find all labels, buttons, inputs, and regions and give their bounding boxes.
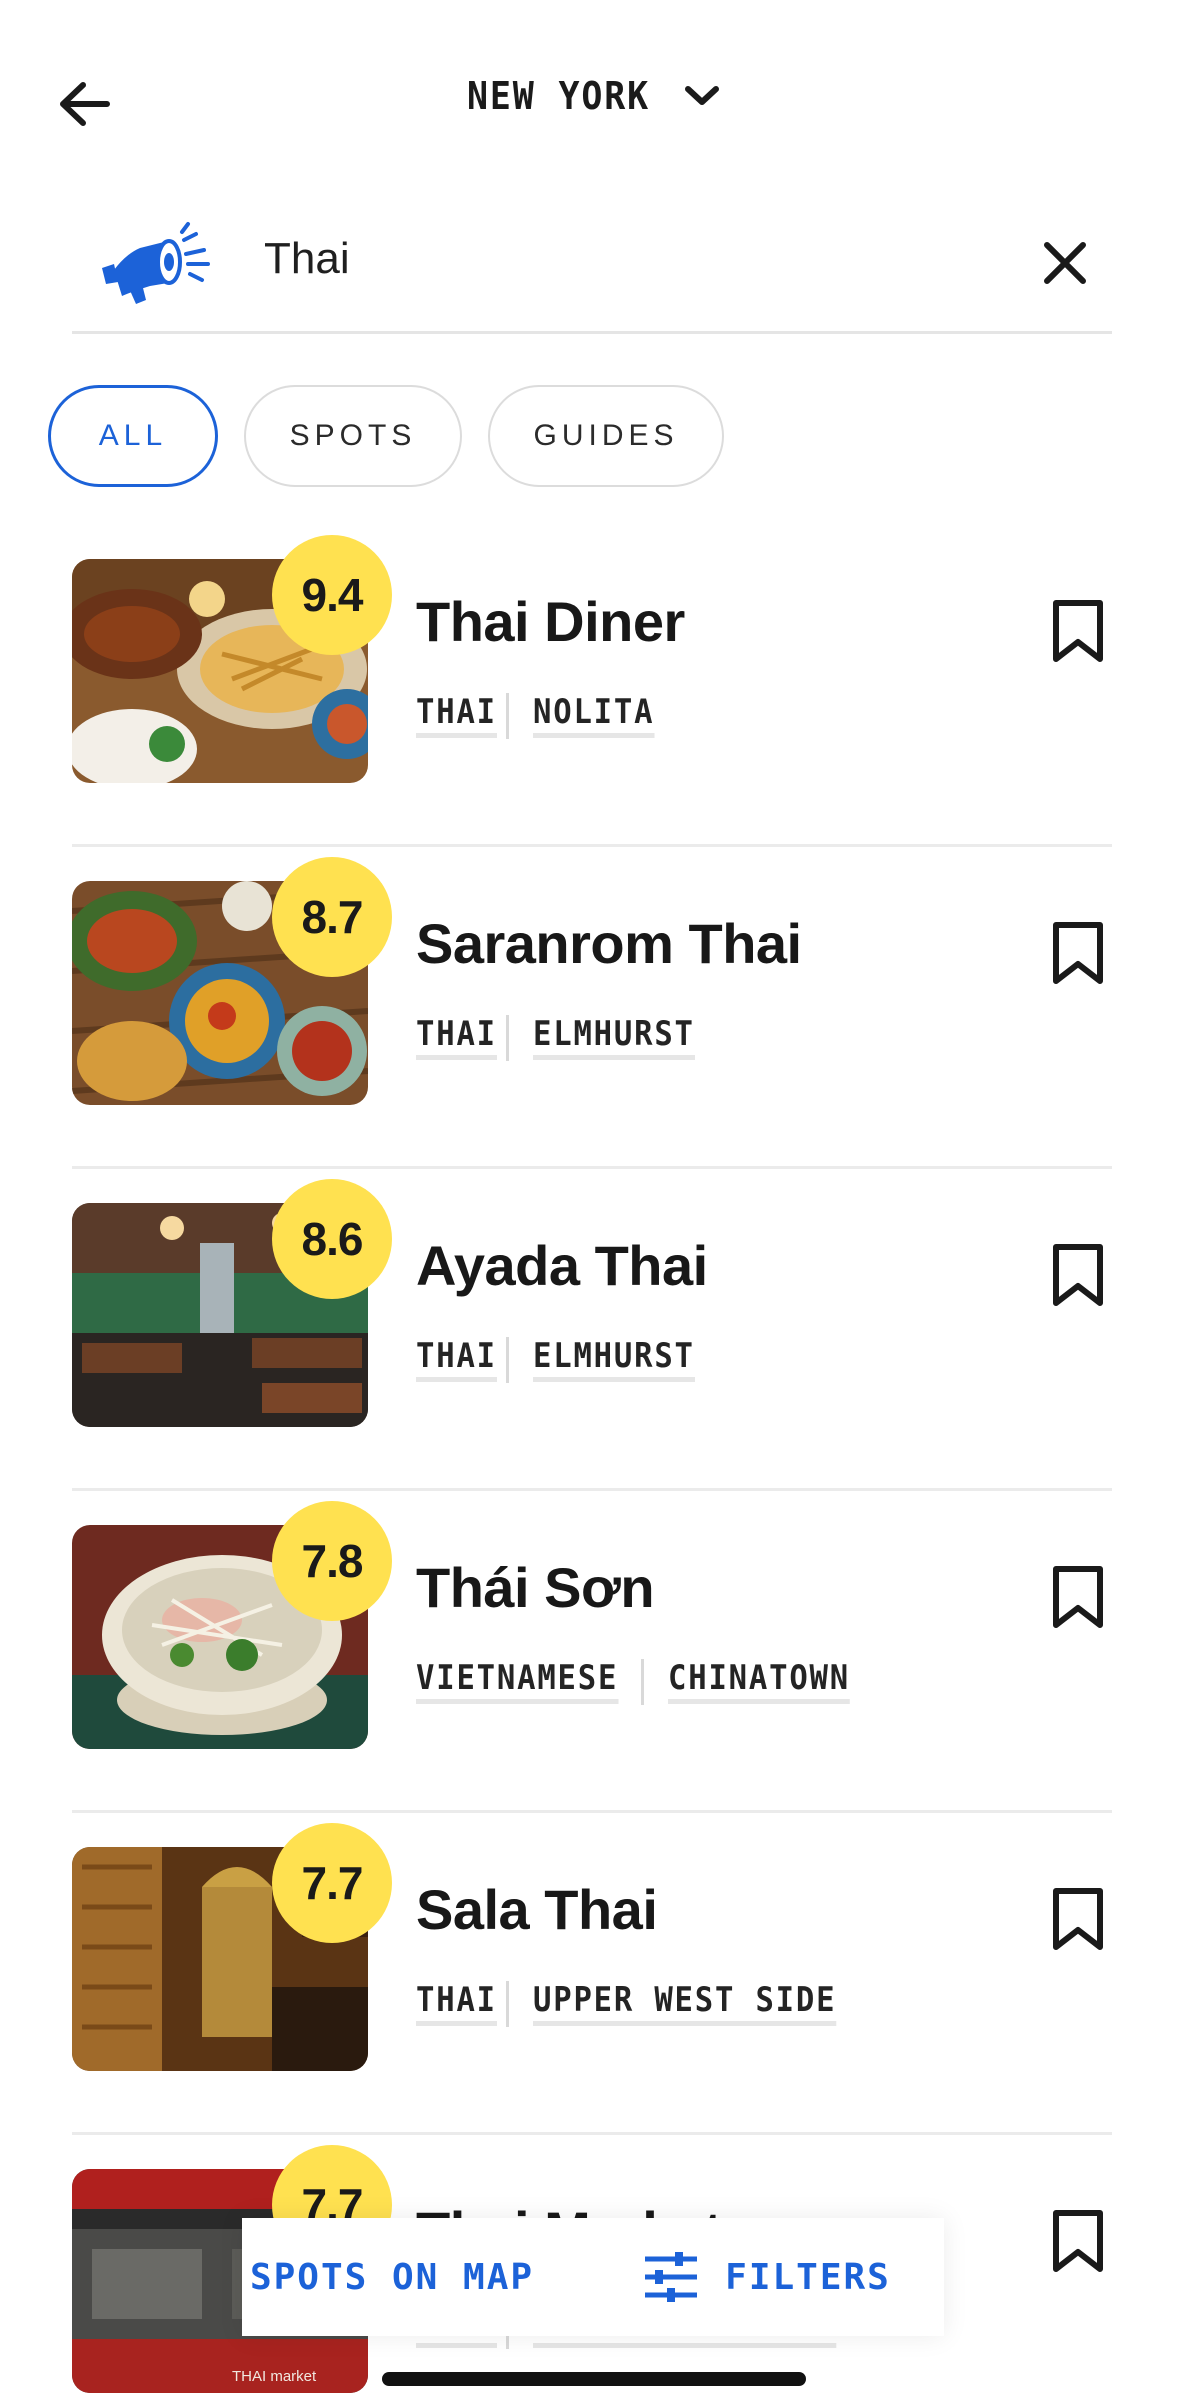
bookmark-icon[interactable] [1050,1887,1106,1951]
list-item[interactable]: 7.7 Sala Thai THAI UPPER WEST SIDE [0,1813,1179,2135]
cuisine-tag[interactable]: THAI [416,1015,497,1060]
restaurant-name: Sala Thai [416,1878,658,1941]
tag-divider [640,1659,644,1705]
city-selector[interactable]: NEW YORK [0,74,1179,118]
rating-badge: 7.8 [272,1501,392,1621]
cuisine-tag[interactable]: THAI [416,1337,497,1382]
tab-spots[interactable]: SPOTS [244,385,462,487]
tab-guides[interactable]: GUIDES [488,385,724,487]
list-item[interactable]: 9.4 Thai Diner THAI NOLITA [0,525,1179,847]
neighborhood-tag[interactable]: CHINATOWN [667,1659,850,1704]
bottom-action-bar: SPOTS ON MAP FILTERS [242,2218,944,2336]
tag-divider [505,1337,509,1383]
bookmark-icon[interactable] [1050,1565,1106,1629]
neighborhood-tag[interactable]: ELMHURST [532,1337,695,1382]
megaphone-icon [102,222,210,304]
restaurant-name: Ayada Thai [416,1234,708,1297]
neighborhood-tag[interactable]: UPPER WEST SIDE [532,1981,837,2026]
restaurant-tags: THAI NOLITA [416,693,668,739]
spots-on-map-button[interactable]: SPOTS ON MAP [242,2218,588,2336]
results-list: 9.4 Thai Diner THAI NOLITA 8.7 Saranrom … [0,525,1179,2396]
storefront-sign-text: THAI market [232,2368,317,2385]
bookmark-icon[interactable] [1050,921,1106,985]
rating-badge: 8.6 [272,1179,392,1299]
cuisine-tag[interactable]: THAI [416,1981,497,2026]
spots-on-map-label: SPOTS ON MAP [249,2256,535,2298]
restaurant-name: Thai Diner [416,590,685,653]
search-input[interactable]: Thai [264,234,350,284]
close-icon [1044,242,1086,284]
filters-button[interactable]: FILTERS [588,2218,944,2336]
restaurant-tags: THAI ELMHURST [416,1015,713,1061]
list-item[interactable]: 8.6 Ayada Thai THAI ELMHURST [0,1169,1179,1491]
bookmark-icon[interactable] [1050,1243,1106,1307]
list-item[interactable]: 7.8 Thái Sơn VIETNAMESE CHINATOWN [0,1491,1179,1813]
tag-divider [505,693,509,739]
rating-badge: 7.7 [272,1823,392,1943]
restaurant-tags: THAI ELMHURST [416,1337,713,1383]
tab-all[interactable]: ALL [48,385,218,487]
top-bar: NEW YORK [0,0,1179,200]
neighborhood-tag[interactable]: ELMHURST [532,1015,695,1060]
rating-badge: 9.4 [272,535,392,655]
restaurant-name: Thái Sơn [416,1556,655,1619]
bookmark-icon[interactable] [1050,599,1106,663]
restaurant-tags: THAI UPPER WEST SIDE [416,1981,870,2027]
tag-divider [505,1981,509,2027]
neighborhood-tag[interactable]: NOLITA [532,693,655,738]
filters-label: FILTERS [725,2256,891,2298]
rating-badge: 8.7 [272,857,392,977]
chevron-down-icon [685,86,720,105]
cuisine-tag[interactable]: THAI [416,693,497,738]
bookmark-icon[interactable] [1050,2209,1106,2273]
sliders-icon [645,2252,698,2302]
restaurant-name: Saranrom Thai [416,912,802,975]
cuisine-tag[interactable]: VIETNAMESE [416,1659,619,1704]
clear-search-button[interactable] [1030,228,1100,298]
home-indicator [382,2372,806,2386]
list-item[interactable]: 8.7 Saranrom Thai THAI ELMHURST [0,847,1179,1169]
tag-divider [505,1015,509,1061]
restaurant-tags: VIETNAMESE CHINATOWN [416,1659,870,1705]
result-type-tabs: ALL SPOTS GUIDES [48,385,724,487]
city-label: NEW YORK [466,74,651,118]
search-bar[interactable]: Thai [72,200,1112,334]
